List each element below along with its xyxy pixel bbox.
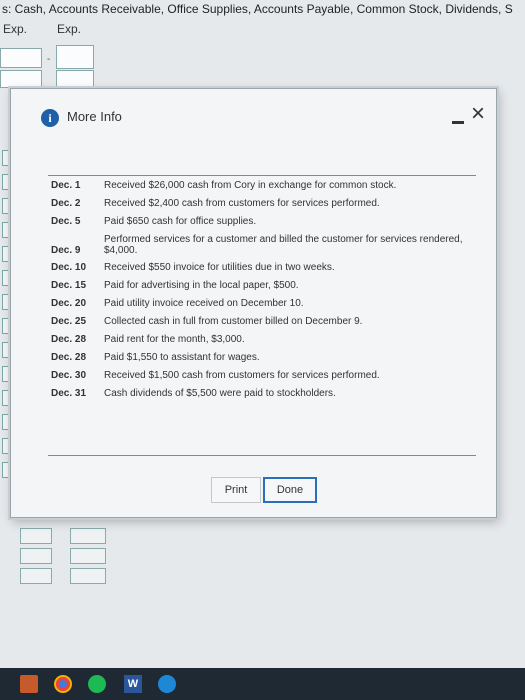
print-button[interactable]: Print	[211, 477, 261, 503]
transaction-row: Dec. 15 Paid for advertising in the local…	[48, 276, 476, 294]
done-button[interactable]: Done	[263, 477, 317, 503]
transaction-description: Received $26,000 cash from Cory in excha…	[104, 179, 397, 191]
transaction-row: Dec. 28 Paid $1,550 to assistant for wage…	[48, 348, 476, 366]
transaction-row: Dec. 2 Received $2,400 cash from customer…	[48, 194, 476, 212]
taskbar: W	[0, 668, 525, 700]
transaction-row: Dec. 25 Collected cash in full from custo…	[48, 312, 476, 330]
transaction-description: Received $2,400 cash from customers for …	[104, 197, 380, 209]
transaction-list: Dec. 1 Received $26,000 cash from Cory in…	[48, 175, 476, 456]
transaction-date: Dec. 15	[51, 279, 87, 291]
transaction-description: Performed services for a customer and bi…	[104, 234, 463, 256]
ledger-input-cell[interactable]	[56, 45, 94, 69]
transaction-date: Dec. 1	[51, 179, 81, 191]
transaction-description: Received $550 invoice for utilities due …	[104, 261, 335, 273]
close-icon[interactable]: ×	[467, 102, 489, 126]
transaction-date: Dec. 2	[51, 197, 81, 209]
transaction-description: Paid $1,550 to assistant for wages.	[104, 351, 260, 363]
account-list-header: s: Cash, Accounts Receivable, Office Sup…	[2, 2, 513, 16]
edge-icon[interactable]	[158, 675, 176, 693]
transaction-row: Dec. 31 Cash dividends of $5,500 were pai…	[48, 384, 476, 402]
column-label-exp-1: Exp.	[3, 22, 28, 36]
ledger-input-cell[interactable]	[0, 70, 42, 88]
transaction-description: Paid for advertising in the local paper,…	[104, 279, 299, 291]
chrome-icon[interactable]	[54, 675, 72, 693]
transaction-row: Dec. 5 Paid $650 cash for office supplies…	[48, 212, 476, 230]
transaction-date: Dec. 28	[51, 351, 87, 363]
ledger-input-cell[interactable]	[0, 48, 42, 68]
info-icon: i	[41, 109, 59, 127]
dialog-title: More Info	[67, 109, 122, 124]
ledger-cell[interactable]	[20, 548, 52, 564]
transaction-description: Paid $650 cash for office supplies.	[104, 215, 257, 227]
transaction-description: Paid rent for the month, $3,000.	[104, 333, 245, 345]
ledger-cell[interactable]	[70, 568, 106, 584]
transaction-date: Dec. 25	[51, 315, 87, 327]
transaction-row: Dec. 10 Received $550 invoice for utiliti…	[48, 258, 476, 276]
transaction-date: Dec. 9	[51, 245, 81, 256]
spotify-icon[interactable]	[88, 675, 106, 693]
minimize-icon[interactable]	[452, 121, 464, 124]
ledger-cell[interactable]	[20, 528, 52, 544]
ledger-input-cell[interactable]	[56, 70, 94, 88]
transaction-date: Dec. 10	[51, 261, 87, 273]
transaction-date: Dec. 5	[51, 215, 81, 227]
transaction-date: Dec. 30	[51, 369, 87, 381]
ledger-cell[interactable]	[70, 548, 106, 564]
dialog-titlebar: i More Info ×	[11, 89, 496, 141]
transaction-description: Collected cash in full from customer bil…	[104, 315, 363, 327]
ledger-separator: -	[47, 54, 51, 65]
column-label-exp-2: Exp.	[57, 22, 82, 36]
file-explorer-icon[interactable]	[20, 675, 38, 693]
transaction-row: Dec. 30 Received $1,500 cash from custome…	[48, 366, 476, 384]
transaction-row: Dec. 1 Received $26,000 cash from Cory in…	[48, 176, 476, 194]
transaction-row: Dec. 28 Paid rent for the month, $3,000.	[48, 330, 476, 348]
transaction-row: Dec. 20 Paid utility invoice received on …	[48, 294, 476, 312]
ledger-cell[interactable]	[70, 528, 106, 544]
word-icon[interactable]: W	[124, 675, 142, 693]
more-info-dialog: i More Info × Dec. 1 Received $26,000 cas…	[10, 88, 497, 518]
background-worksheet: s: Cash, Accounts Receivable, Office Sup…	[0, 0, 525, 668]
transaction-date: Dec. 31	[51, 387, 87, 399]
ledger-cell[interactable]	[20, 568, 52, 584]
transaction-date: Dec. 20	[51, 297, 87, 309]
transaction-row: Dec. 9 Performed services for a customer …	[48, 230, 476, 258]
list-divider	[48, 455, 476, 456]
transaction-date: Dec. 28	[51, 333, 87, 345]
transaction-description: Cash dividends of $5,500 were paid to st…	[104, 387, 336, 399]
transaction-description: Received $1,500 cash from customers for …	[104, 369, 380, 381]
transaction-description: Paid utility invoice received on Decembe…	[104, 297, 304, 309]
